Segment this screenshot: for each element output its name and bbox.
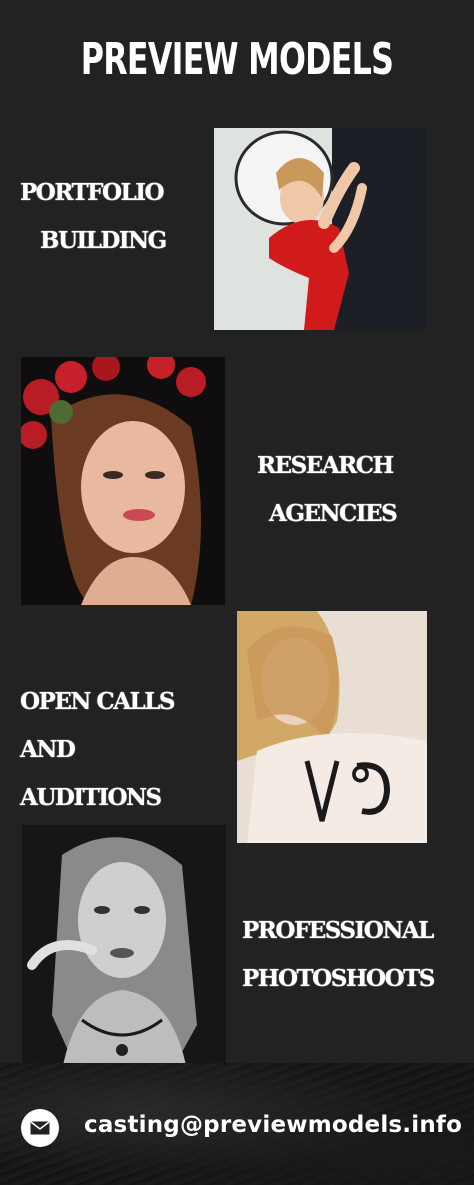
- photo-flower-crown-model: [21, 357, 225, 605]
- label-line: PROFESSIONAL: [242, 917, 434, 944]
- label-line: AND: [20, 736, 76, 763]
- page-title: PREVIEW MODELS: [80, 34, 394, 85]
- label-line: RESEARCH: [257, 452, 394, 479]
- label-line: AUDITIONS: [20, 784, 162, 811]
- section-label-research-agencies: RESEARCH AGENCIES: [257, 430, 398, 550]
- label-line: PHOTOSHOOTS: [242, 965, 435, 992]
- label-line: BUILDING: [40, 227, 167, 254]
- section-label-open-calls: OPEN CALLS AND AUDITIONS: [20, 666, 176, 834]
- contact-email-link[interactable]: casting@previewmodels.info: [84, 1112, 462, 1138]
- photo-white-sweater-model: °: [237, 611, 427, 843]
- mail-icon[interactable]: [21, 1109, 59, 1147]
- label-line: OPEN CALLS: [20, 688, 176, 715]
- photo-black-white-portrait: [22, 825, 226, 1070]
- label-line: PORTFOLIO: [20, 179, 164, 206]
- section-label-professional-photoshoots: PROFESSIONAL PHOTOSHOOTS: [242, 895, 435, 1015]
- label-line: AGENCIES: [269, 500, 398, 527]
- photo-red-dress-model: [214, 128, 427, 330]
- section-label-portfolio-building: PORTFOLIO BUILDING: [20, 157, 167, 277]
